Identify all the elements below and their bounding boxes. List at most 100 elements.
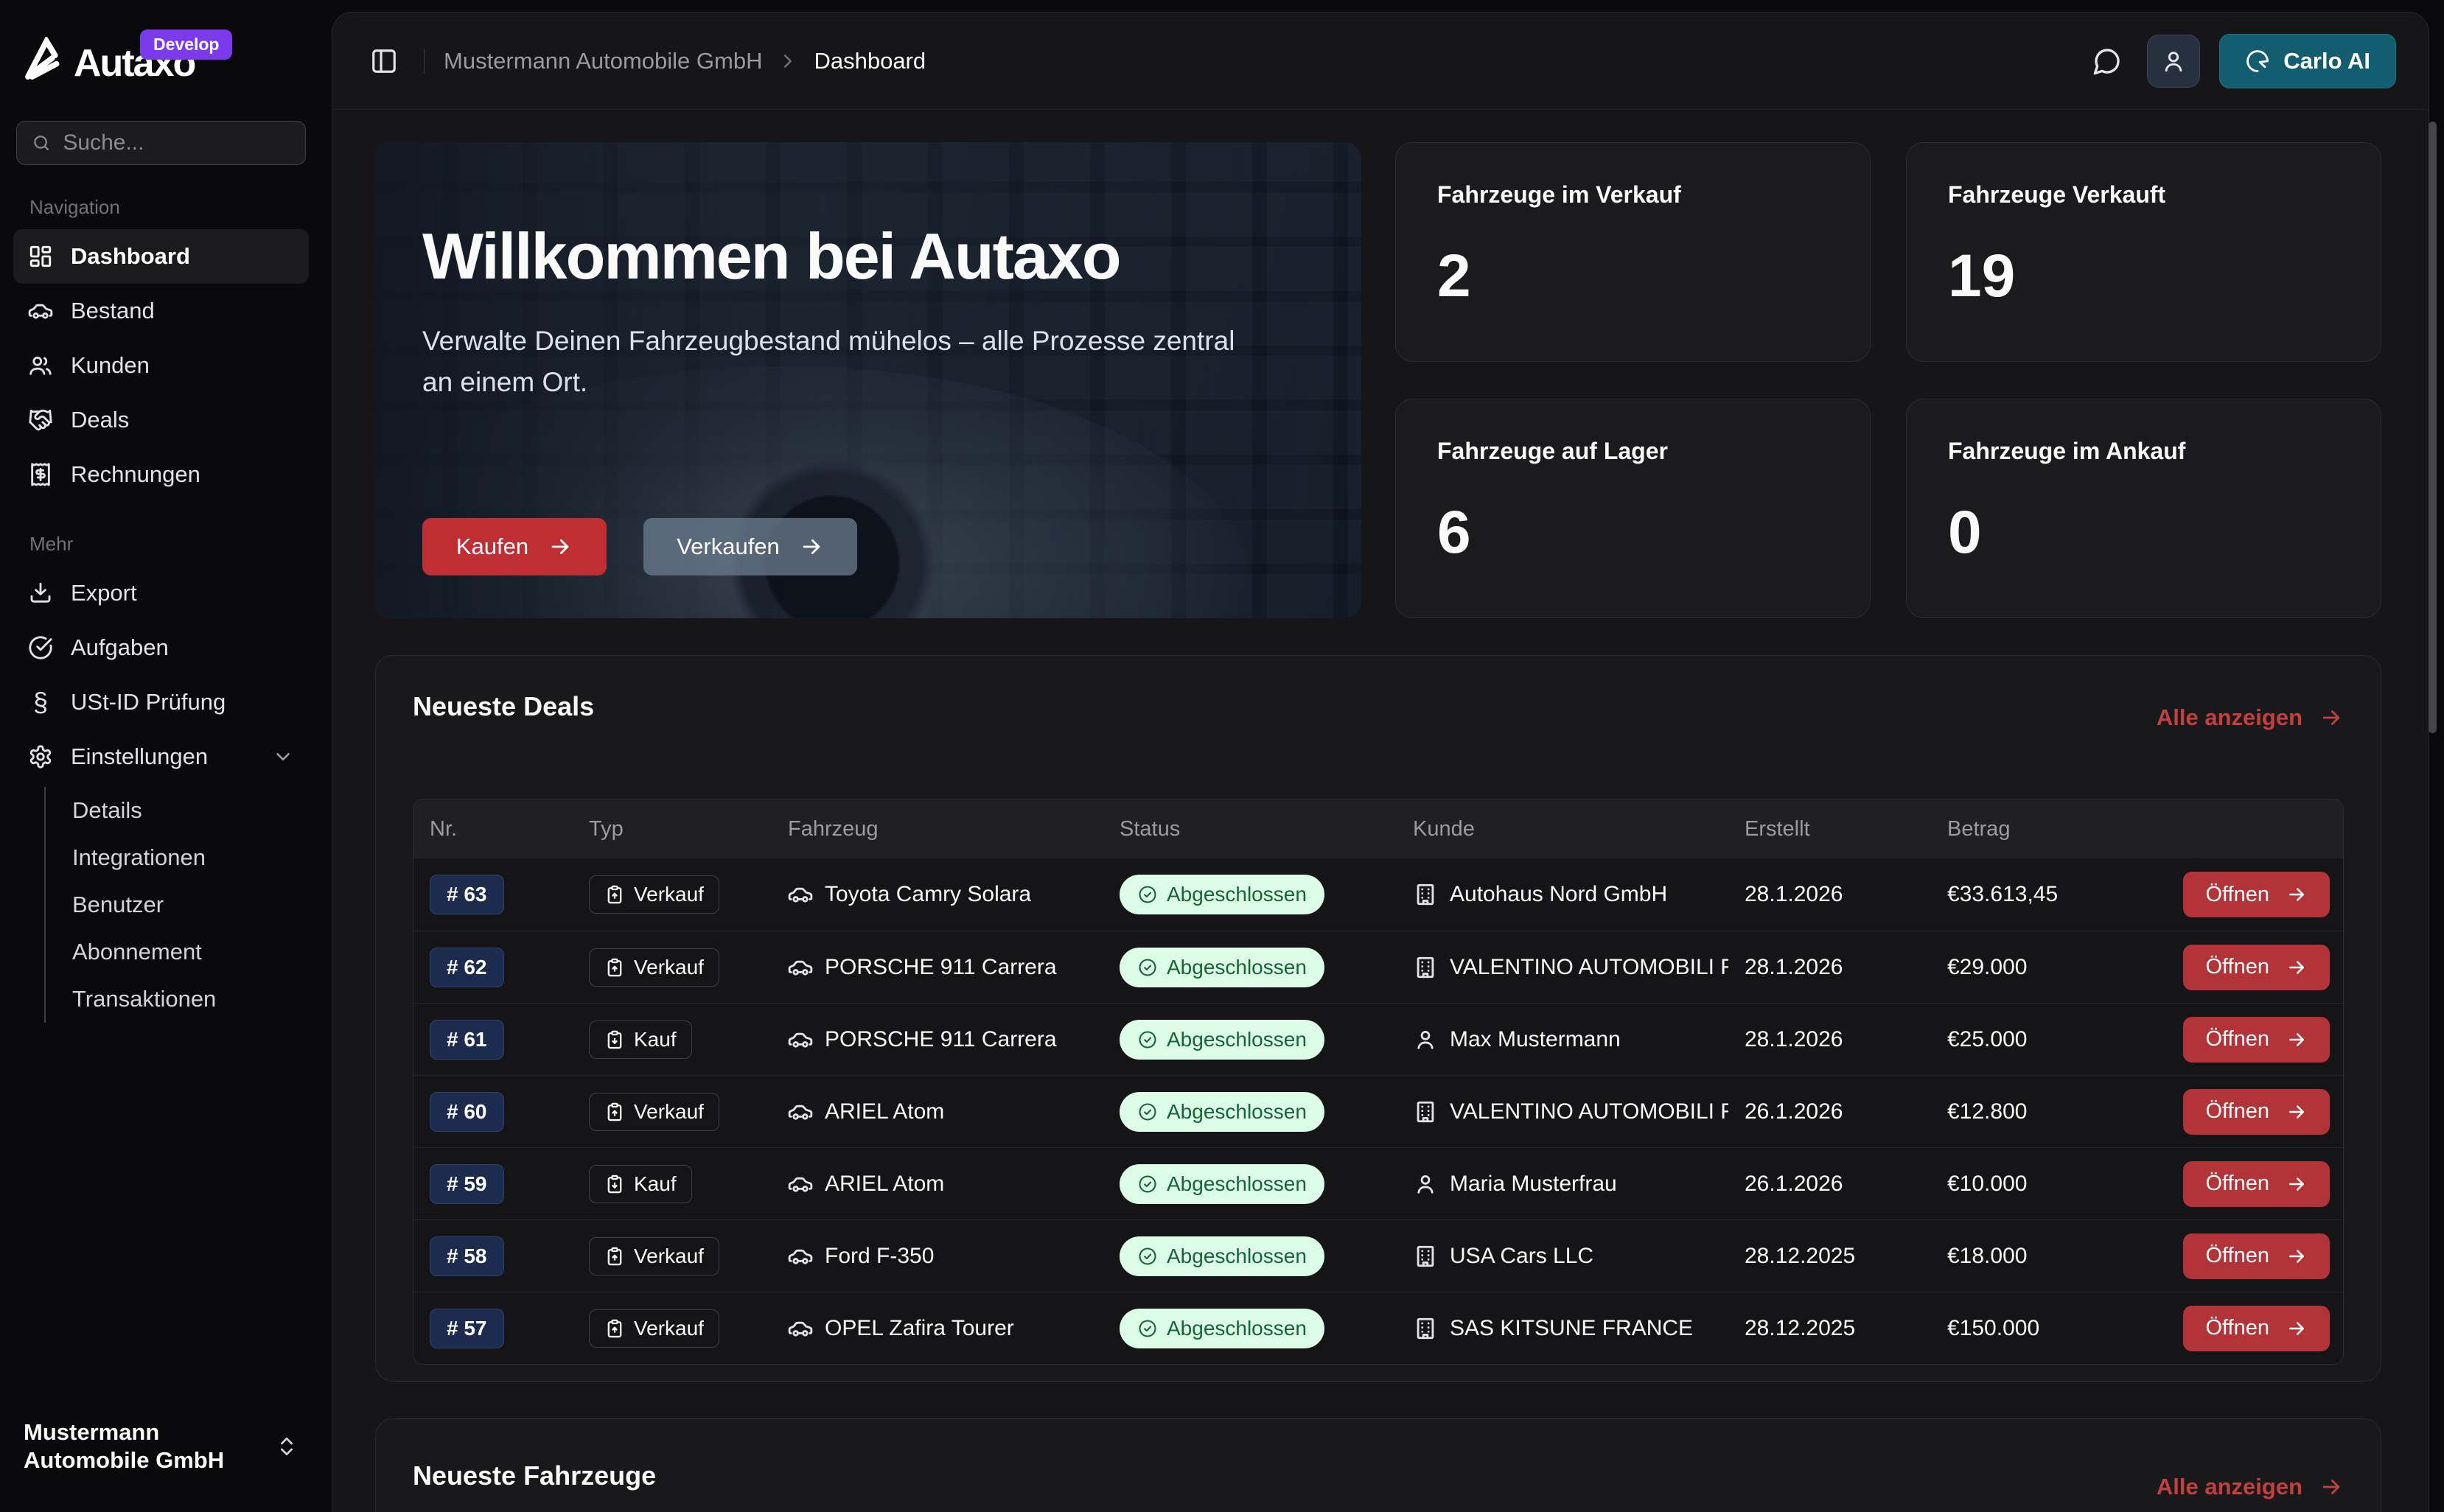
deal-number-badge: # 63 xyxy=(430,875,504,914)
stat-card-im-verkauf: Fahrzeuge im Verkauf 2 xyxy=(1395,142,1871,362)
open-deal-button[interactable]: Öffnen xyxy=(2183,1089,2330,1135)
col-status: Status xyxy=(1103,817,1397,841)
search-icon xyxy=(32,132,51,154)
deal-vehicle: PORSCHE 911 Carrera xyxy=(825,955,1057,980)
deal-customer: Maria Musterfrau xyxy=(1450,1172,1617,1197)
carlo-ai-button[interactable]: Carlo AI xyxy=(2219,34,2396,88)
sidebar-subitem-transaktionen[interactable]: Transaktionen xyxy=(72,976,309,1023)
deal-row[interactable]: # 63 Verkauf Toyota Camry Solara Abgesch… xyxy=(413,858,2343,931)
deal-number-badge: # 62 xyxy=(430,948,504,987)
deal-created: 28.12.2025 xyxy=(1745,1244,1855,1269)
chat-button[interactable] xyxy=(2087,41,2128,82)
sidebar-item-ustid[interactable]: § USt-ID Prüfung xyxy=(13,675,309,729)
breadcrumb-org[interactable]: Mustermann Automobile GmbH xyxy=(444,48,762,74)
open-deal-button[interactable]: Öffnen xyxy=(2183,945,2330,990)
sidebar-item-einstellungen[interactable]: Einstellungen xyxy=(13,729,309,784)
building-icon xyxy=(1413,1244,1438,1269)
deal-amount: €33.613,45 xyxy=(1947,882,2058,907)
check-circle-icon xyxy=(1137,1102,1158,1122)
sidebar-item-aufgaben[interactable]: Aufgaben xyxy=(13,620,309,675)
deal-created: 26.1.2026 xyxy=(1745,1172,1843,1197)
sidebar-item-deals[interactable]: Deals xyxy=(13,393,309,447)
search-input[interactable] xyxy=(63,130,290,155)
status-badge: Abgeschlossen xyxy=(1120,875,1324,914)
deals-title: Neueste Deals xyxy=(413,691,594,722)
open-deal-button[interactable]: Öffnen xyxy=(2183,1017,2330,1063)
user-menu-button[interactable] xyxy=(2147,35,2200,88)
deal-row[interactable]: # 61 Kauf PORSCHE 911 Carrera Abgeschlos… xyxy=(413,1003,2343,1075)
vehicles-view-all-link[interactable]: Alle anzeigen xyxy=(2157,1474,2344,1500)
org-switcher[interactable]: Mustermann Automobile GmbH xyxy=(13,1411,309,1483)
col-kunde: Kunde xyxy=(1397,817,1728,841)
check-circle-icon xyxy=(1137,957,1158,978)
sidebar-subitem-integrationen[interactable]: Integrationen xyxy=(72,834,309,881)
status-badge: Abgeschlossen xyxy=(1120,948,1324,987)
open-deal-button[interactable]: Öffnen xyxy=(2183,1233,2330,1279)
stat-label: Fahrzeuge im Ankauf xyxy=(1948,438,2339,465)
person-icon xyxy=(1413,1027,1438,1052)
kaufen-button[interactable]: Kaufen xyxy=(422,518,607,575)
open-deal-button[interactable]: Öffnen xyxy=(2183,872,2330,917)
car-icon xyxy=(788,1172,813,1197)
user-icon xyxy=(2161,49,2186,74)
arrow-right-icon xyxy=(2286,1173,2308,1195)
deal-row[interactable]: # 57 Verkauf OPEL Zafira Tourer Abgeschl… xyxy=(413,1292,2343,1364)
car-icon xyxy=(788,1027,813,1052)
deal-number-badge: # 58 xyxy=(430,1236,504,1276)
panel-left-icon xyxy=(370,47,398,75)
deal-customer: SAS KITSUNE FRANCE xyxy=(1450,1316,1693,1341)
settings-sub-list: Details Integrationen Benutzer Abonnemen… xyxy=(44,787,309,1023)
open-deal-button[interactable]: Öffnen xyxy=(2183,1306,2330,1351)
car-icon xyxy=(788,955,813,980)
deal-vehicle: Ford F-350 xyxy=(825,1244,934,1269)
deal-row[interactable]: # 60 Verkauf ARIEL Atom Abgeschlossen VA… xyxy=(413,1075,2343,1147)
deal-row[interactable]: # 58 Verkauf Ford F-350 Abgeschlossen US… xyxy=(413,1219,2343,1292)
sidebar-item-export[interactable]: Export xyxy=(13,566,309,620)
scrollbar-thumb[interactable] xyxy=(2429,122,2437,733)
check-circle-icon xyxy=(1137,1318,1158,1339)
sidebar-subitem-abonnement[interactable]: Abonnement xyxy=(72,928,309,976)
message-circle-icon xyxy=(2092,46,2122,76)
sidebar-item-kunden[interactable]: Kunden xyxy=(13,338,309,393)
stat-card-im-ankauf: Fahrzeuge im Ankauf 0 xyxy=(1906,399,2381,618)
sidebar-subitem-details[interactable]: Details xyxy=(72,787,309,834)
car-icon xyxy=(788,882,813,907)
car-icon xyxy=(788,1244,813,1269)
clipboard-arrow-up-icon xyxy=(604,957,625,978)
arrow-right-icon xyxy=(2286,1245,2308,1267)
hero-banner: Willkommen bei Autaxo Verwalte Deinen Fa… xyxy=(375,142,1361,618)
status-badge: Abgeschlossen xyxy=(1120,1020,1324,1060)
users-icon xyxy=(28,353,53,378)
deal-type-badge: Verkauf xyxy=(589,1093,719,1131)
arrow-right-icon xyxy=(548,534,573,559)
sidebar-item-bestand[interactable]: Bestand xyxy=(13,284,309,338)
sidebar-search[interactable] xyxy=(16,121,306,165)
sidebar-subitem-benutzer[interactable]: Benutzer xyxy=(72,881,309,928)
deal-number-badge: # 57 xyxy=(430,1309,504,1348)
deal-row[interactable]: # 59 Kauf ARIEL Atom Abgeschlossen Maria… xyxy=(413,1147,2343,1219)
status-badge: Abgeschlossen xyxy=(1120,1092,1324,1132)
clipboard-arrow-down-icon xyxy=(604,1174,625,1194)
helmet-icon xyxy=(2245,49,2270,74)
sidebar-toggle-button[interactable] xyxy=(363,41,405,82)
chevron-down-icon xyxy=(272,746,294,768)
open-deal-button[interactable]: Öffnen xyxy=(2183,1161,2330,1207)
breadcrumb: Mustermann Automobile GmbH Dashboard xyxy=(444,48,926,74)
clipboard-arrow-up-icon xyxy=(604,1102,625,1122)
deal-created: 28.1.2026 xyxy=(1745,1027,1843,1052)
status-badge: Abgeschlossen xyxy=(1120,1309,1324,1348)
stats-grid: Fahrzeuge im Verkauf 2 Fahrzeuge Verkauf… xyxy=(1395,142,2381,618)
deal-row[interactable]: # 62 Verkauf PORSCHE 911 Carrera Abgesch… xyxy=(413,931,2343,1003)
verkaufen-button[interactable]: Verkaufen xyxy=(643,518,857,575)
deal-type-badge: Kauf xyxy=(589,1165,692,1203)
col-betrag: Betrag xyxy=(1931,817,2330,841)
sidebar-item-dashboard[interactable]: Dashboard xyxy=(13,229,309,284)
neueste-deals-card: Neueste Deals Alle anzeigen Nr. Typ Fahr… xyxy=(375,655,2381,1382)
arrow-right-icon xyxy=(2286,1101,2308,1123)
clipboard-arrow-up-icon xyxy=(604,1246,625,1267)
sidebar-item-rechnungen[interactable]: Rechnungen xyxy=(13,447,309,502)
stat-value: 6 xyxy=(1437,503,1829,582)
arrow-right-icon xyxy=(2286,883,2308,906)
deals-view-all-link[interactable]: Alle anzeigen xyxy=(2157,704,2344,731)
col-erstellt: Erstellt xyxy=(1728,817,1931,841)
